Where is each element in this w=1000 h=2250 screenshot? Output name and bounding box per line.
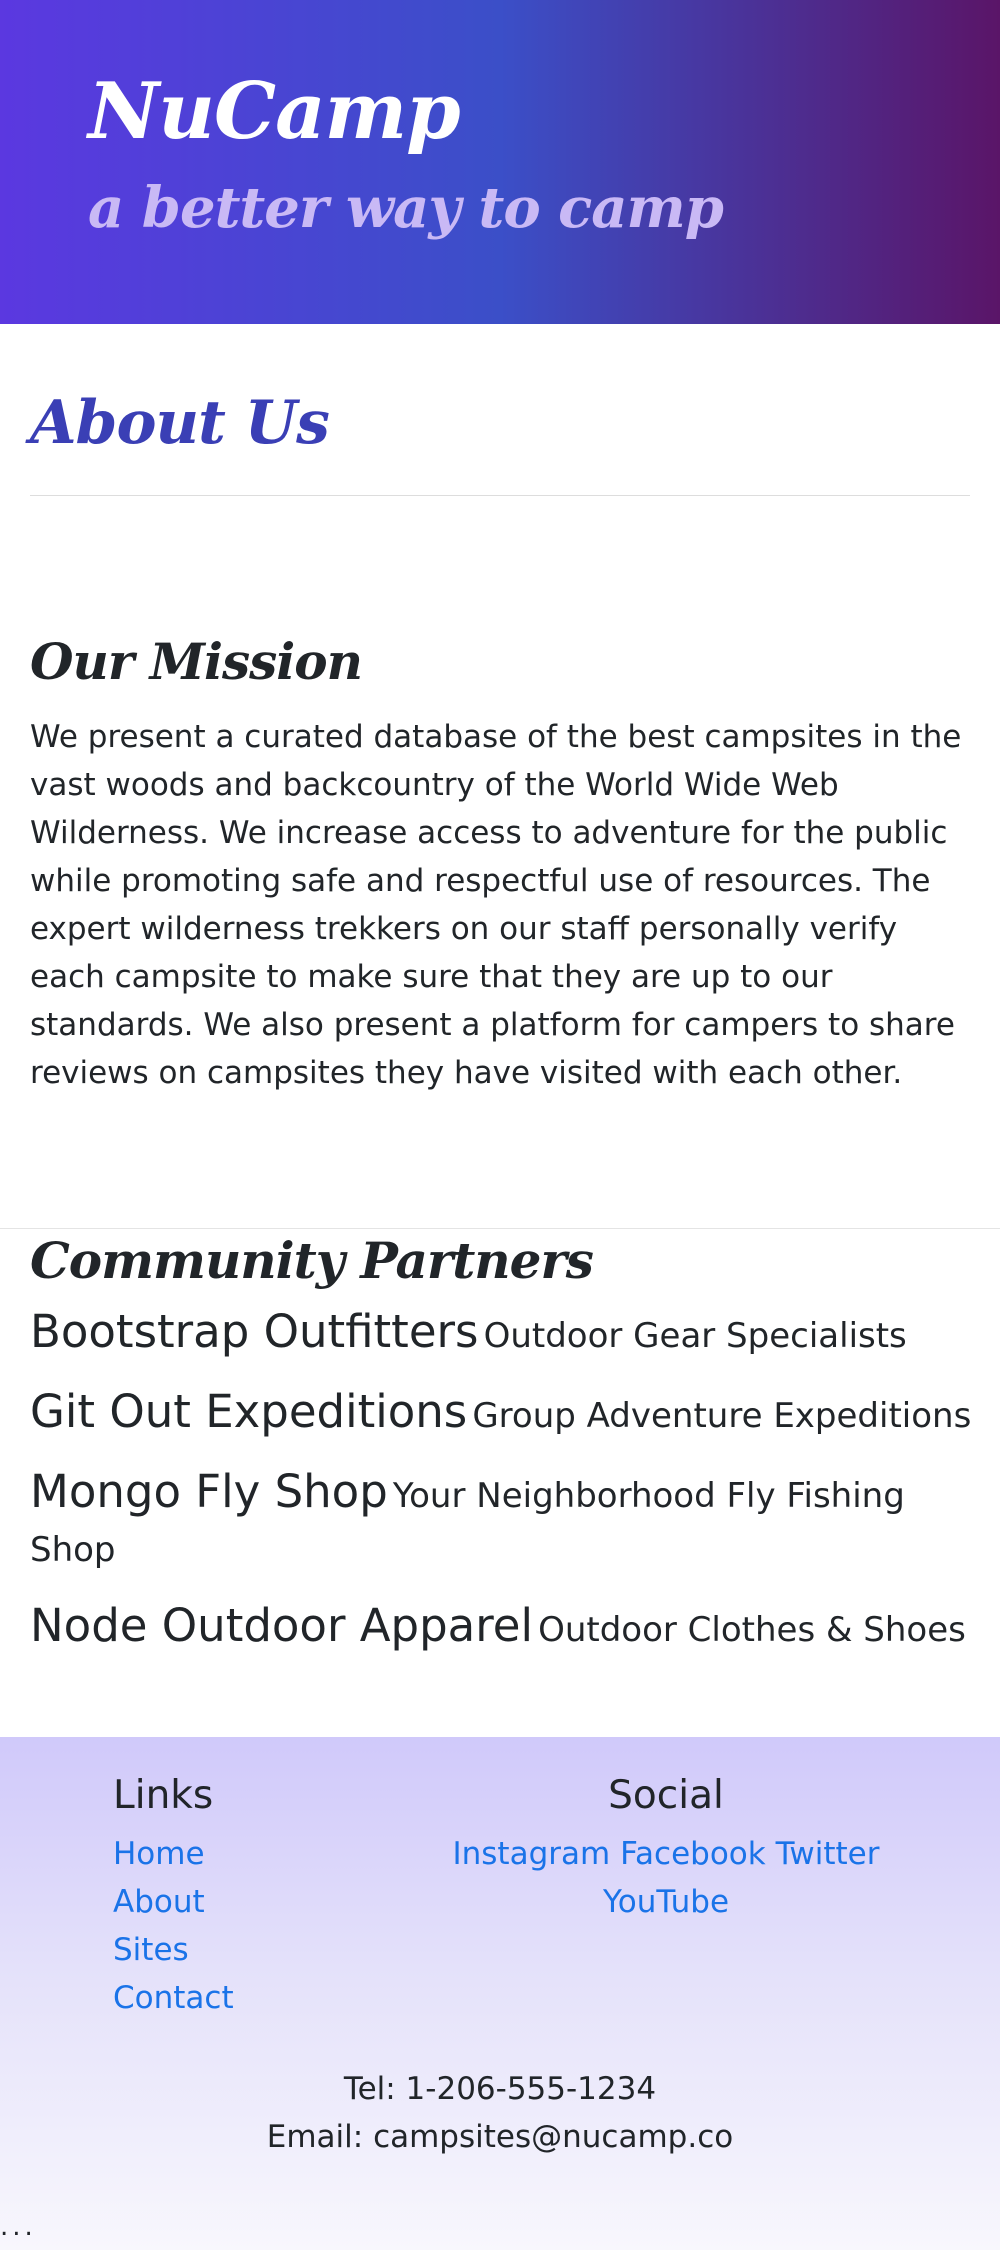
partner-name: Node Outdoor Apparel [30, 1599, 533, 1652]
mission-heading: Our Mission [30, 632, 363, 691]
partners-heading: Community Partners [30, 1231, 594, 1290]
footer-ellipsis: ... [0, 2212, 37, 2242]
site-header: NuCamp a better way to camp [0, 0, 1000, 324]
site-footer: Links Home About Sites Contact Social In… [0, 1737, 1000, 2250]
partner-name: Bootstrap Outfitters [30, 1305, 479, 1358]
social-link-facebook[interactable]: Facebook [620, 1836, 766, 1872]
footer-link-sites[interactable]: Sites [113, 1926, 234, 1974]
partner-item: Mongo Fly Shop Your Neighborhood Fly Fis… [30, 1468, 980, 1580]
partner-item: Node Outdoor Apparel Outdoor Clothes & S… [30, 1602, 980, 1660]
mission-text: We present a curated database of the bes… [30, 719, 962, 1091]
partner-name: Mongo Fly Shop [30, 1465, 388, 1518]
footer-link-home[interactable]: Home [113, 1830, 234, 1878]
footer-link-about[interactable]: About [113, 1878, 234, 1926]
page-title: About Us [30, 388, 330, 458]
partner-item: Git Out Expeditions Group Adventure Expe… [30, 1388, 980, 1446]
partners-list: Bootstrap Outfitters Outdoor Gear Specia… [30, 1308, 980, 1682]
footer-social-column: Social Instagram Facebook Twitter YouTub… [440, 1773, 892, 1926]
brand-name: NuCamp [88, 66, 461, 157]
social-link-youtube[interactable]: YouTube [603, 1884, 729, 1920]
partner-description: Group Adventure Expeditions [472, 1396, 972, 1436]
partner-item: Bootstrap Outfitters Outdoor Gear Specia… [30, 1308, 980, 1366]
footer-links-column: Links Home About Sites Contact [113, 1773, 234, 2022]
title-divider [30, 495, 970, 496]
brand-tagline: a better way to camp [88, 175, 724, 241]
social-link-instagram[interactable]: Instagram [452, 1836, 610, 1872]
partner-name: Git Out Expeditions [30, 1385, 468, 1438]
contact-phone: Tel: 1-206-555-1234 [343, 2071, 657, 2107]
partner-description: Outdoor Clothes & Shoes [538, 1610, 966, 1650]
section-divider [0, 1228, 1000, 1229]
social-link-twitter[interactable]: Twitter [776, 1836, 880, 1872]
contact-info: Tel: 1-206-555-1234 Email: campsites@nuc… [0, 2065, 1000, 2161]
links-heading: Links [113, 1773, 214, 1818]
contact-email: Email: campsites@nucamp.co [266, 2119, 734, 2155]
social-heading: Social [608, 1773, 724, 1818]
partner-description: Outdoor Gear Specialists [483, 1316, 907, 1356]
footer-link-contact[interactable]: Contact [113, 1974, 234, 2022]
social-links: Instagram Facebook Twitter YouTube [440, 1830, 892, 1926]
